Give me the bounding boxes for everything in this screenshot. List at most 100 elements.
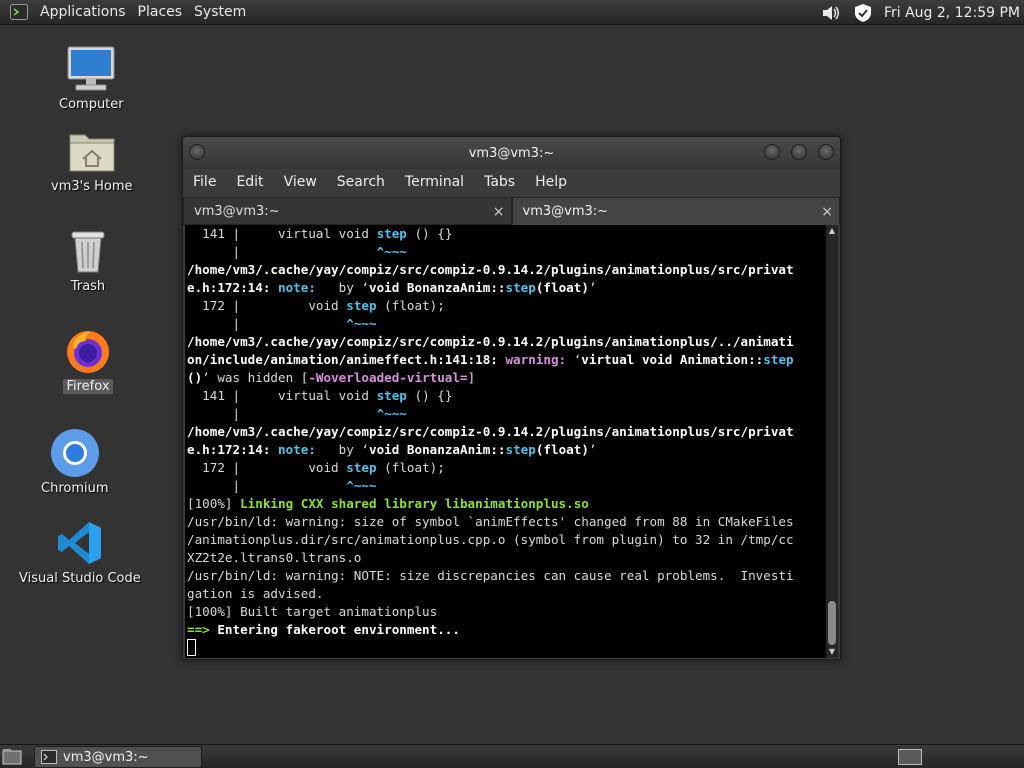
terminal-line: 172 | void step (float);: [187, 459, 827, 477]
shield-icon[interactable]: [852, 2, 874, 24]
terminal-text-segment: step: [376, 226, 407, 241]
terminal-text-segment: |: [187, 406, 377, 421]
workspace-switcher[interactable]: [898, 749, 922, 765]
terminal-text-segment: ==>: [187, 622, 210, 637]
terminal-text-segment: step: [376, 388, 407, 403]
menu-tabs[interactable]: Tabs: [474, 174, 525, 190]
terminal-scrollbar[interactable]: ▲ ▼: [826, 225, 838, 658]
terminal-text-segment: ‘: [566, 352, 582, 367]
terminal-text-segment: (float);: [376, 298, 445, 313]
terminal-tabbar: vm3@vm3:~ × vm3@vm3:~ ×: [183, 197, 840, 225]
terminal-line: /home/vm3/.cache/yay/compiz/src/compiz-0…: [187, 423, 827, 441]
terminal-line: /animationplus.dir/src/animationplus.cpp…: [187, 531, 827, 549]
terminal-text-segment: (float): [535, 442, 589, 457]
terminal-window: vm3@vm3:~ File Edit View Search Terminal…: [182, 136, 841, 660]
terminal-text-segment: |: [187, 316, 347, 331]
terminal-line: gation is advised.: [187, 585, 827, 603]
panel-tray: Fri Aug 2, 12:59 PM: [820, 0, 1024, 25]
scroll-down-arrow-icon[interactable]: ▼: [826, 646, 838, 658]
terminal-line: ()’ was hidden [-Woverloaded-virtual=]: [187, 369, 827, 387]
terminal-text-segment: ]: [467, 370, 476, 385]
terminal-output[interactable]: 141 | virtual void step () {} | ^~~~/hom…: [185, 225, 827, 658]
terminal-text-segment: note:: [278, 280, 316, 295]
terminal-text-segment: /home/vm3/.cache/yay/compiz/src/compiz-0…: [187, 334, 794, 349]
terminal-prompt-line: [187, 639, 827, 657]
system-menu[interactable]: System: [188, 0, 252, 25]
chromium-icon: [49, 428, 101, 478]
places-menu[interactable]: Places: [132, 0, 189, 25]
terminal-text-segment: Entering fakeroot environment...: [209, 622, 460, 637]
desktop-icon-vscode[interactable]: Visual Studio Code: [16, 518, 144, 586]
window-title: vm3@vm3:~: [468, 145, 555, 161]
terminal-line: /usr/bin/ld: warning: NOTE: size discrep…: [187, 567, 827, 585]
minimize-button[interactable]: [764, 144, 780, 160]
desktop-icon-computer[interactable]: Computer: [56, 44, 127, 112]
terminal-text-segment: step: [346, 298, 377, 313]
tab-close-icon[interactable]: ×: [493, 198, 505, 226]
terminal-line: 172 | void step (float);: [187, 297, 827, 315]
terminal-line: XZ2t2e.ltrans0.ltrans.o: [187, 549, 827, 567]
terminal-text-segment: e.h:172:14:: [187, 442, 278, 457]
terminal-text-segment: step: [505, 442, 536, 457]
clock[interactable]: Fri Aug 2, 12:59 PM: [884, 5, 1020, 21]
terminal-line: on/include/animation/animeffect.h:141:18…: [187, 351, 827, 369]
scrollbar-thumb[interactable]: [828, 601, 836, 645]
menu-search[interactable]: Search: [327, 174, 395, 190]
desktop-icon-firefox[interactable]: Firefox: [62, 326, 114, 394]
scroll-up-arrow-icon[interactable]: ▲: [826, 225, 838, 237]
terminal-text-segment: |: [187, 478, 347, 493]
desktop-icon-label: Computer: [59, 97, 124, 112]
desktop-icon-chromium[interactable]: Chromium: [38, 428, 112, 496]
terminal-tab-2[interactable]: vm3@vm3:~ ×: [511, 197, 840, 226]
close-button[interactable]: [818, 144, 834, 160]
maximize-button[interactable]: [791, 144, 807, 160]
desktop-icon-trash[interactable]: Trash: [62, 226, 114, 294]
taskbar-task-label: vm3@vm3:~: [63, 749, 149, 765]
desktop-icon-home[interactable]: vm3's Home: [48, 126, 136, 194]
terminal-text-segment: by ‘: [315, 280, 369, 295]
terminal-text-segment: /usr/bin/ld: warning: size of symbol `an…: [187, 514, 794, 529]
show-desktop-icon[interactable]: [2, 748, 22, 765]
terminal-logo-icon[interactable]: [8, 3, 30, 21]
menu-file[interactable]: File: [183, 174, 226, 190]
terminal-text-segment: () {}: [406, 226, 453, 241]
terminal-text-segment: virtual void Animation::: [581, 352, 764, 367]
terminal-menubar: File Edit View Search Terminal Tabs Help: [183, 169, 840, 195]
terminal-text-segment: /home/vm3/.cache/yay/compiz/src/compiz-0…: [187, 424, 794, 439]
volume-icon[interactable]: [820, 2, 842, 24]
taskbar-terminal-button[interactable]: vm3@vm3:~: [34, 746, 202, 768]
menu-help[interactable]: Help: [525, 174, 577, 190]
tab-label: vm3@vm3:~: [194, 204, 280, 219]
window-titlebar[interactable]: vm3@vm3:~: [183, 137, 840, 169]
tab-close-icon[interactable]: ×: [821, 198, 833, 226]
terminal-text-segment: XZ2t2e.ltrans0.ltrans.o: [187, 550, 362, 565]
terminal-line: ==> Entering fakeroot environment...: [187, 621, 827, 639]
menu-terminal[interactable]: Terminal: [395, 174, 474, 190]
applications-menu[interactable]: Applications: [34, 0, 132, 25]
terminal-line: /home/vm3/.cache/yay/compiz/src/compiz-0…: [187, 261, 827, 279]
menu-view[interactable]: View: [274, 174, 327, 190]
window-menu-button[interactable]: [189, 144, 205, 160]
terminal-text-segment: ’: [588, 280, 597, 295]
terminal-line: [100%] Linking CXX shared library libani…: [187, 495, 827, 513]
terminal-text-segment: warning:: [505, 352, 567, 367]
terminal-text-segment: step: [763, 352, 794, 367]
desktop-icon-label: vm3's Home: [51, 179, 133, 194]
terminal-text-segment: ^~~~: [376, 406, 407, 421]
vscode-icon: [54, 518, 106, 568]
terminal-text-segment: (float);: [376, 460, 445, 475]
menu-edit[interactable]: Edit: [226, 174, 273, 190]
terminal-text-segment: () {}: [406, 388, 453, 403]
terminal-line: | ^~~~: [187, 405, 827, 423]
terminal-text-segment: (): [187, 370, 203, 385]
terminal-line: [100%] Built target animationplus: [187, 603, 827, 621]
desktop-icon-label: Trash: [70, 279, 106, 294]
desktop-icon-label: Firefox: [63, 379, 113, 394]
terminal-text-segment: ’ was hidden [: [202, 370, 309, 385]
terminal-text-segment: |: [187, 244, 377, 259]
terminal-text-segment: 141 | virtual void: [187, 388, 377, 403]
firefox-icon: [62, 326, 114, 376]
terminal-text-segment: step: [346, 460, 377, 475]
terminal-line: | ^~~~: [187, 477, 827, 495]
terminal-tab-1[interactable]: vm3@vm3:~ ×: [183, 197, 512, 225]
